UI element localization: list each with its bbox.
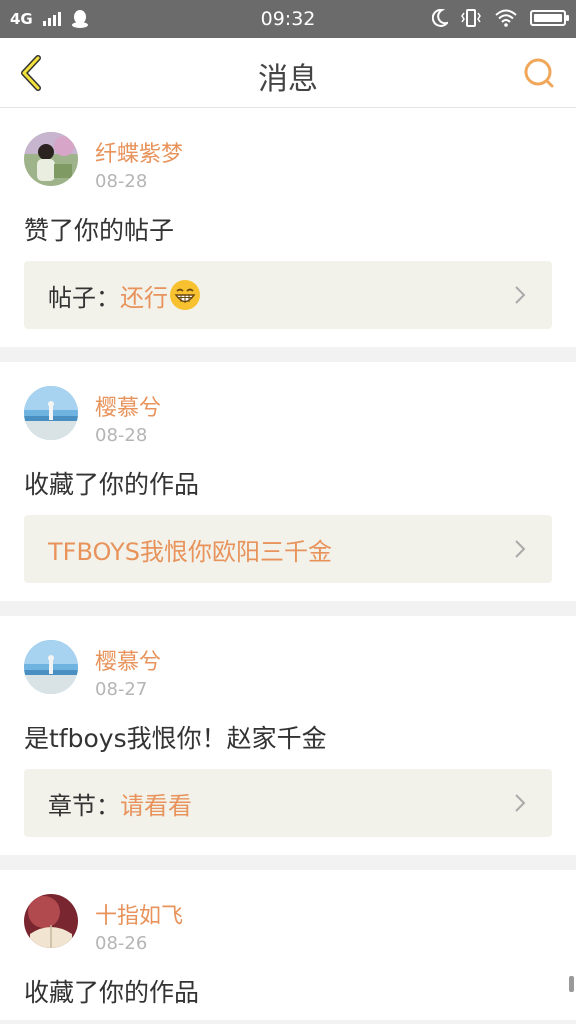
chevron-right-icon bbox=[515, 794, 526, 812]
message-list: 纤蝶紫梦 08-28 赞了你的帖子 帖子： 还行 樱慕兮 08-28 收藏了你的… bbox=[0, 108, 576, 1020]
message-text: 是tfboys我恨你！赵家千金 bbox=[24, 724, 327, 753]
message-card: 纤蝶紫梦 08-28 赞了你的帖子 帖子： 还行 bbox=[0, 108, 576, 347]
status-bar: 4G 09:32 bbox=[0, 0, 576, 38]
chevron-right-icon bbox=[515, 540, 526, 558]
app-header: 消息 bbox=[0, 38, 576, 108]
message-text: 收藏了你的作品 bbox=[24, 470, 200, 499]
message-date: 08-26 bbox=[95, 933, 148, 954]
username[interactable]: 十指如飞 bbox=[95, 898, 183, 930]
message-date: 08-28 bbox=[95, 425, 148, 446]
search-button[interactable] bbox=[522, 56, 556, 90]
avatar[interactable] bbox=[24, 894, 78, 948]
ref-title: TFBOYS我恨你欧阳三千金 bbox=[48, 537, 332, 566]
message-date: 08-28 bbox=[95, 171, 148, 192]
avatar[interactable] bbox=[24, 640, 78, 694]
username[interactable]: 樱慕兮 bbox=[95, 390, 161, 422]
vibrate-icon bbox=[461, 9, 481, 27]
post-link[interactable]: 帖子： 还行 bbox=[24, 261, 552, 329]
work-link[interactable]: TFBOYS我恨你欧阳三千金 bbox=[24, 515, 552, 583]
search-icon bbox=[524, 58, 554, 88]
message-date: 08-27 bbox=[95, 679, 148, 700]
status-right bbox=[432, 8, 569, 28]
chevron-right-icon bbox=[515, 286, 526, 304]
grin-emoji-icon bbox=[170, 280, 200, 310]
avatar[interactable] bbox=[24, 132, 78, 186]
scrollbar[interactable] bbox=[569, 976, 574, 992]
ref-label: 帖子： bbox=[48, 283, 120, 312]
ref-label: 章节： bbox=[48, 791, 120, 820]
username[interactable]: 樱慕兮 bbox=[95, 644, 161, 676]
moon-icon bbox=[432, 9, 448, 27]
battery-icon bbox=[530, 10, 569, 26]
message-card: 樱慕兮 08-27 是tfboys我恨你！赵家千金 章节： 请看看 bbox=[0, 616, 576, 855]
page-title: 消息 bbox=[258, 62, 318, 97]
ref-title: 请看看 bbox=[120, 791, 192, 820]
username[interactable]: 纤蝶紫梦 bbox=[95, 136, 183, 168]
message-text: 赞了你的帖子 bbox=[24, 216, 175, 245]
chapter-link[interactable]: 章节： 请看看 bbox=[24, 769, 552, 837]
ref-title: 还行 bbox=[120, 283, 168, 312]
message-text: 收藏了你的作品 bbox=[24, 978, 200, 1007]
message-card: 十指如飞 08-26 收藏了你的作品 bbox=[0, 870, 576, 1020]
wifi-icon bbox=[495, 9, 517, 27]
avatar[interactable] bbox=[24, 386, 78, 440]
message-card: 樱慕兮 08-28 收藏了你的作品 TFBOYS我恨你欧阳三千金 bbox=[0, 362, 576, 601]
